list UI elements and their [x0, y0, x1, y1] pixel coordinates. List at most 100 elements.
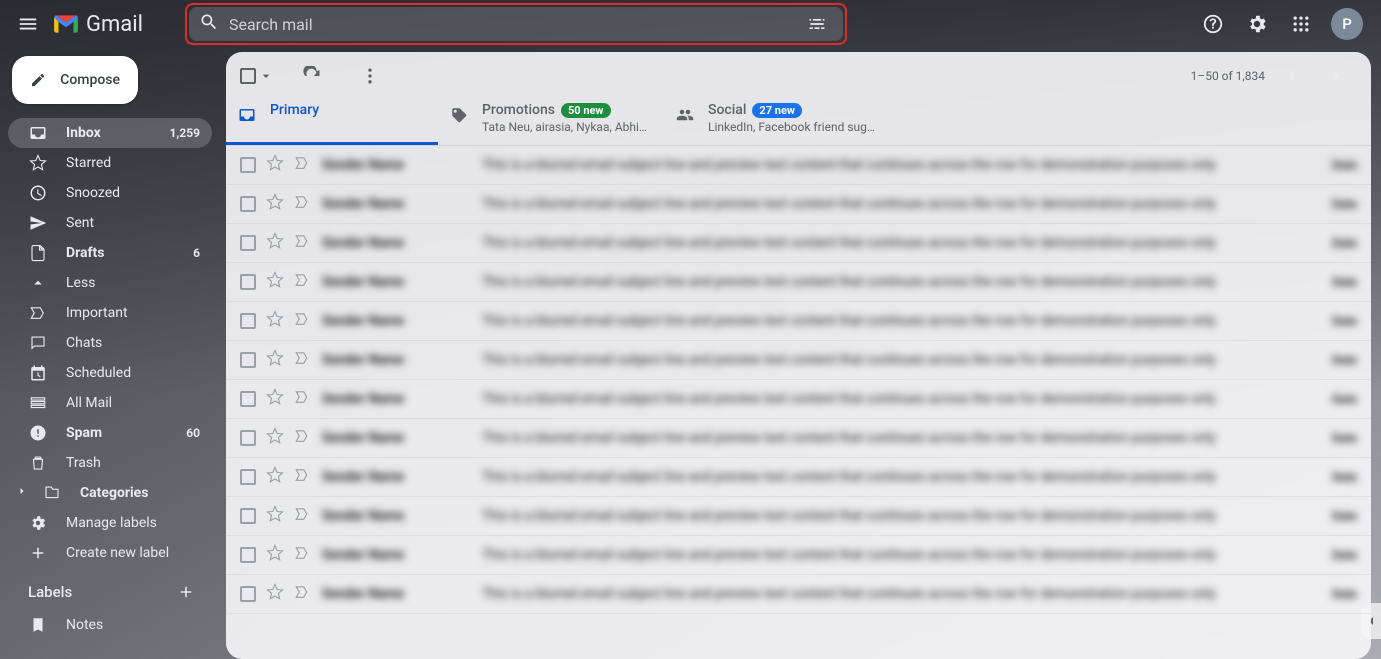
sidebar-item-less[interactable]: Less [8, 268, 212, 298]
row-date: Date [1307, 275, 1357, 289]
main-menu-button[interactable] [8, 4, 48, 44]
create-icon [28, 544, 48, 562]
star-icon[interactable] [266, 583, 284, 605]
row-checkbox[interactable] [240, 586, 256, 602]
tab-label: Primary [270, 102, 319, 118]
search-options-icon[interactable] [801, 8, 833, 40]
important-icon[interactable] [294, 388, 312, 410]
row-sender: Sender Name [322, 157, 472, 173]
mail-row[interactable]: Sender Name This is a blurred email subj… [226, 185, 1371, 224]
more-button[interactable] [350, 56, 390, 96]
star-icon[interactable] [266, 544, 284, 566]
row-subject: This is a blurred email subject line and… [482, 313, 1297, 329]
row-sender: Sender Name [322, 313, 472, 329]
star-icon[interactable] [266, 154, 284, 176]
sidebar-item-sent[interactable]: Sent [8, 208, 212, 238]
important-icon[interactable] [294, 271, 312, 293]
refresh-button[interactable] [292, 56, 332, 96]
compose-button[interactable]: Compose [12, 56, 138, 104]
row-checkbox[interactable] [240, 157, 256, 173]
tab-social[interactable]: Social27 newLinkedIn, Facebook friend su… [664, 100, 890, 145]
mail-row[interactable]: Sender Name This is a blurred email subj… [226, 575, 1371, 614]
label-item-notes[interactable]: Notes [8, 610, 212, 640]
sidebar-item-chats[interactable]: Chats [8, 328, 212, 358]
row-date: Date [1307, 158, 1357, 172]
star-icon[interactable] [266, 466, 284, 488]
prev-page-button[interactable] [1271, 56, 1311, 96]
sidebar-item-all-mail[interactable]: All Mail [8, 388, 212, 418]
select-all-checkbox[interactable] [240, 68, 274, 84]
sidebar-item-starred[interactable]: Starred [8, 148, 212, 178]
star-icon[interactable] [266, 310, 284, 332]
search-bar[interactable] [189, 7, 843, 41]
row-checkbox[interactable] [240, 547, 256, 563]
important-icon[interactable] [294, 154, 312, 176]
sidebar-item-important[interactable]: Important [8, 298, 212, 328]
row-checkbox[interactable] [240, 274, 256, 290]
important-icon[interactable] [294, 349, 312, 371]
row-checkbox[interactable] [240, 235, 256, 251]
search-input[interactable] [229, 15, 801, 34]
star-icon[interactable] [266, 193, 284, 215]
important-icon[interactable] [294, 193, 312, 215]
star-icon[interactable] [266, 427, 284, 449]
row-checkbox[interactable] [240, 508, 256, 524]
pagination-text: 1–50 of 1,834 [1191, 69, 1265, 83]
mail-row[interactable]: Sender Name This is a blurred email subj… [226, 341, 1371, 380]
tab-promotions[interactable]: Promotions50 newTata Neu, airasia, Nykaa… [438, 100, 664, 145]
mail-row[interactable]: Sender Name This is a blurred email subj… [226, 536, 1371, 575]
star-icon [28, 154, 48, 172]
mail-row[interactable]: Sender Name This is a blurred email subj… [226, 263, 1371, 302]
important-icon[interactable] [294, 466, 312, 488]
row-checkbox[interactable] [240, 313, 256, 329]
important-icon[interactable] [294, 427, 312, 449]
scheduled-icon [28, 364, 48, 382]
sidebar-item-create-new-label[interactable]: Create new label [8, 538, 212, 568]
row-checkbox[interactable] [240, 391, 256, 407]
sidebar-item-spam[interactable]: Spam60 [8, 418, 212, 448]
category-tabs: Primary Promotions50 newTata Neu, airasia… [226, 100, 1371, 146]
sidebar-item-trash[interactable]: Trash [8, 448, 212, 478]
sidebar-item-label: Chats [66, 335, 102, 351]
google-apps-icon[interactable] [1281, 4, 1321, 44]
sidebar-item-inbox[interactable]: Inbox1,259 [8, 118, 212, 148]
row-checkbox[interactable] [240, 352, 256, 368]
sidebar-item-drafts[interactable]: Drafts6 [8, 238, 212, 268]
mail-row[interactable]: Sender Name This is a blurred email subj… [226, 302, 1371, 341]
sidebar-item-scheduled[interactable]: Scheduled [8, 358, 212, 388]
sidebar-item-categories[interactable]: Categories [8, 478, 212, 508]
account-avatar[interactable]: P [1331, 8, 1363, 40]
important-icon[interactable] [294, 232, 312, 254]
star-icon[interactable] [266, 388, 284, 410]
row-date: Date [1307, 197, 1357, 211]
important-icon[interactable] [294, 583, 312, 605]
mail-row[interactable]: Sender Name This is a blurred email subj… [226, 497, 1371, 536]
add-label-button[interactable] [172, 578, 200, 606]
settings-icon[interactable] [1237, 4, 1277, 44]
row-checkbox[interactable] [240, 469, 256, 485]
important-icon[interactable] [294, 544, 312, 566]
important-icon[interactable] [294, 505, 312, 527]
row-checkbox[interactable] [240, 196, 256, 212]
support-icon[interactable] [1193, 4, 1233, 44]
mail-row[interactable]: Sender Name This is a blurred email subj… [226, 146, 1371, 185]
mail-row[interactable]: Sender Name This is a blurred email subj… [226, 458, 1371, 497]
mail-row[interactable]: Sender Name This is a blurred email subj… [226, 380, 1371, 419]
next-page-button[interactable] [1317, 56, 1357, 96]
star-icon[interactable] [266, 271, 284, 293]
app-header: Gmail P [0, 0, 1381, 48]
mail-list[interactable]: Sender Name This is a blurred email subj… [226, 146, 1371, 659]
star-icon[interactable] [266, 349, 284, 371]
mail-row[interactable]: Sender Name This is a blurred email subj… [226, 419, 1371, 458]
sidebar-item-manage-labels[interactable]: Manage labels [8, 508, 212, 538]
sidebar-item-snoozed[interactable]: Snoozed [8, 178, 212, 208]
gmail-logo[interactable]: Gmail [52, 12, 143, 37]
mail-row[interactable]: Sender Name This is a blurred email subj… [226, 224, 1371, 263]
row-checkbox[interactable] [240, 430, 256, 446]
important-icon[interactable] [294, 310, 312, 332]
row-date: Date [1307, 392, 1357, 406]
draft-icon [28, 244, 48, 262]
star-icon[interactable] [266, 505, 284, 527]
star-icon[interactable] [266, 232, 284, 254]
tab-primary[interactable]: Primary [226, 100, 438, 145]
